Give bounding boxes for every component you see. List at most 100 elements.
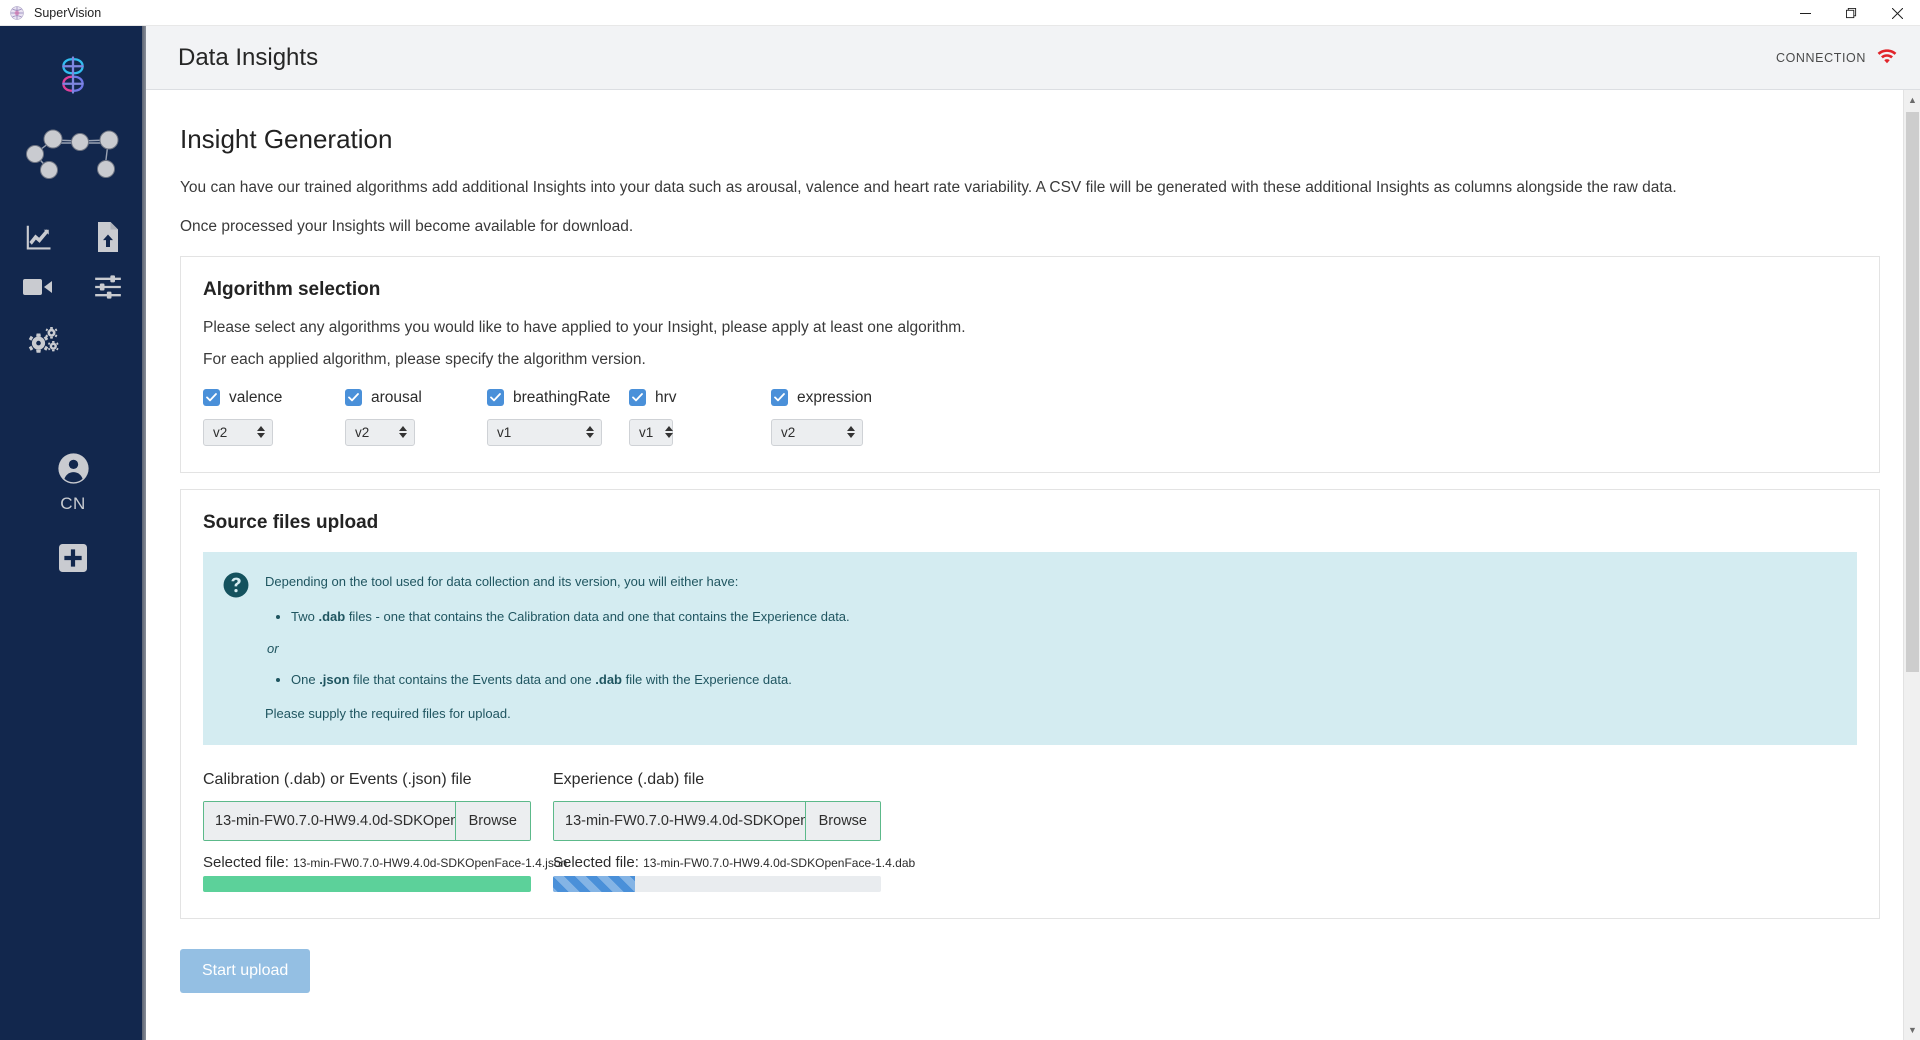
connection-label: CONNECTION <box>1775 50 1866 65</box>
sidebar: CN <box>0 26 146 1040</box>
upload-field-1: Experience (.dab) file 13-min-FW0.7.0-HW9… <box>553 771 915 893</box>
section-heading-insight-generation: Insight Generation <box>180 124 393 154</box>
selected-file-prefix-0: Selected file: <box>203 854 289 872</box>
maximize-button[interactable] <box>1828 0 1874 26</box>
file-upload-icon[interactable] <box>94 222 122 252</box>
file-name-input-0[interactable]: 13-min-FW0.7.0-HW9.4.0d-SDKOpenFace <box>204 802 455 841</box>
app-body: CN Data Insights CONNECTION Insight Gene… <box>0 26 1920 1040</box>
scroll-down-arrow[interactable]: ▼ <box>1904 1020 1920 1040</box>
selected-file-name-1: 13-min-FW0.7.0-HW9.4.0d-SDKOpenFace-1.4.… <box>643 856 916 871</box>
algorithm-item-arousal: arousal v2 <box>345 389 487 446</box>
intro-paragraph-1: You can have our trained algorithms add … <box>180 179 1677 196</box>
version-value: v2 <box>781 424 796 440</box>
browse-button-0[interactable]: Browse <box>454 802 530 841</box>
file-name-input-1[interactable]: 13-min-FW0.7.0-HW9.4.0d-SDKOpenFace <box>554 802 805 841</box>
version-select-valence[interactable]: v2 <box>203 418 273 446</box>
upload-progress-bar-1 <box>553 876 881 893</box>
window-title-text: SuperVision <box>34 5 102 20</box>
intro-paragraph-2: Once processed your Insights will become… <box>180 218 634 236</box>
algorithm-item-valence: valence v2 <box>203 389 345 446</box>
version-value: v2 <box>213 424 228 440</box>
algorithm-selection-heading: Algorithm selection <box>203 278 381 300</box>
page-header: Data Insights CONNECTION <box>146 26 1920 90</box>
configuration-row <box>0 326 146 360</box>
version-value: v2 <box>355 424 370 440</box>
algorithm-checkbox-row: valence <box>203 389 345 407</box>
upload-progress-bar-0 <box>203 876 531 893</box>
algorithm-label-hrv: hrv <box>655 388 677 406</box>
upload-progress-fill-0 <box>203 876 531 893</box>
upload-fields: Calibration (.dab) or Events (.json) fil… <box>203 771 1857 893</box>
algorithm-checkbox-row: arousal <box>345 389 487 407</box>
checkbox-hrv[interactable] <box>629 389 646 407</box>
window-title-bar: SuperVision <box>0 0 1920 26</box>
stepper-arrows <box>665 426 674 439</box>
alert-bullets: Two .dab files - one that contains the C… <box>291 607 850 627</box>
selected-file-line-0: Selected file: 13-min-FW0.7.0-HW9.4.0d-S… <box>203 854 567 872</box>
page-title: Data Insights <box>178 43 319 71</box>
plus-square-icon[interactable] <box>59 544 87 577</box>
gears-icon[interactable] <box>24 326 62 360</box>
stepper-arrows <box>847 426 855 439</box>
start-upload-button[interactable]: Start upload <box>180 949 311 994</box>
version-select-expression[interactable]: v2 <box>771 418 863 446</box>
alert-bullet-2: One .json file that contains the Events … <box>291 670 850 690</box>
algorithm-paragraph-2: For each applied algorithm, please speci… <box>203 350 646 368</box>
algorithm-label-arousal: arousal <box>371 388 422 406</box>
checkbox-arousal[interactable] <box>345 389 362 407</box>
upload-progress-fill-1 <box>553 876 635 893</box>
checkbox-valence[interactable] <box>203 389 220 407</box>
connection-status[interactable]: CONNECTION <box>1776 47 1898 69</box>
scroll-up-arrow[interactable]: ▲ <box>1904 90 1920 110</box>
video-camera-icon[interactable] <box>23 276 53 298</box>
account-initials: CN <box>60 494 86 513</box>
alert-bullet-1: Two .dab files - one that contains the C… <box>291 607 850 627</box>
info-alert: Depending on the tool used for data coll… <box>203 551 1857 746</box>
file-input-group-0: 13-min-FW0.7.0-HW9.4.0d-SDKOpenFaceBrows… <box>203 801 531 842</box>
chart-trend-icon[interactable] <box>23 222 53 252</box>
alert-intro: Depending on the tool used for data coll… <box>265 573 739 589</box>
version-select-hrv[interactable]: v1 <box>629 418 674 446</box>
account-section[interactable]: CN <box>57 452 90 514</box>
sliders-icon[interactable] <box>94 274 122 300</box>
algorithm-label-expression: expression <box>797 388 872 406</box>
selected-file-prefix-1: Selected file: <box>553 854 639 872</box>
close-button[interactable] <box>1874 0 1920 26</box>
checkbox-breathingrate[interactable] <box>487 389 504 407</box>
brain-logo-icon[interactable] <box>52 54 94 101</box>
sidebar-nav <box>10 222 136 300</box>
stepper-arrows <box>257 426 265 439</box>
algorithm-item-breathingrate: breathingRate v1 <box>487 389 629 446</box>
scrollbar-thumb[interactable] <box>1906 112 1919 672</box>
window-controls <box>1782 0 1920 26</box>
version-value: v1 <box>639 424 654 440</box>
algorithm-list: valence v2 arousal v2 breathingRate v1 hrv v1 ex… <box>203 389 1857 446</box>
alert-bullets-2: One .json file that contains the Events … <box>291 670 850 690</box>
stepper-arrows <box>586 426 594 439</box>
alert-closing: Please supply the required files for upl… <box>265 705 511 721</box>
checkbox-expression[interactable] <box>771 389 788 407</box>
algorithm-paragraph-1: Please select any algorithms you would l… <box>203 318 966 336</box>
stepper-arrows <box>399 426 407 439</box>
algorithm-selection-card: Algorithm selection Please select any al… <box>180 255 1880 473</box>
version-select-arousal[interactable]: v2 <box>345 418 415 446</box>
page-content: Insight Generation You can have our trai… <box>146 90 1920 1040</box>
main-area: Data Insights CONNECTION Insight Generat… <box>146 26 1920 1040</box>
alert-or-text: or <box>267 640 279 656</box>
algorithm-checkbox-row: hrv <box>629 389 771 407</box>
selected-file-name-0: 13-min-FW0.7.0-HW9.4.0d-SDKOpenFace-1.4.… <box>293 856 568 871</box>
source-files-upload-card: Source files upload Depending on the too… <box>180 488 1880 920</box>
question-mark-circle-icon <box>223 572 249 724</box>
browse-button-1[interactable]: Browse <box>804 802 880 841</box>
vertical-scrollbar[interactable]: ▲ ▼ <box>1903 90 1920 1040</box>
algorithm-item-hrv: hrv v1 <box>629 389 771 446</box>
supervision-logo-icon <box>10 5 24 20</box>
algorithm-label-breathingrate: breathingRate <box>513 388 611 406</box>
version-select-breathingrate[interactable]: v1 <box>487 418 602 446</box>
minimize-button[interactable] <box>1782 0 1828 26</box>
file-input-group-1: 13-min-FW0.7.0-HW9.4.0d-SDKOpenFaceBrows… <box>553 801 881 842</box>
algorithm-checkbox-row: expression <box>771 389 913 407</box>
upload-field-label-1: Experience (.dab) file <box>553 771 705 789</box>
node-network-graphic <box>23 123 123 192</box>
algorithm-checkbox-row: breathingRate <box>487 389 629 407</box>
